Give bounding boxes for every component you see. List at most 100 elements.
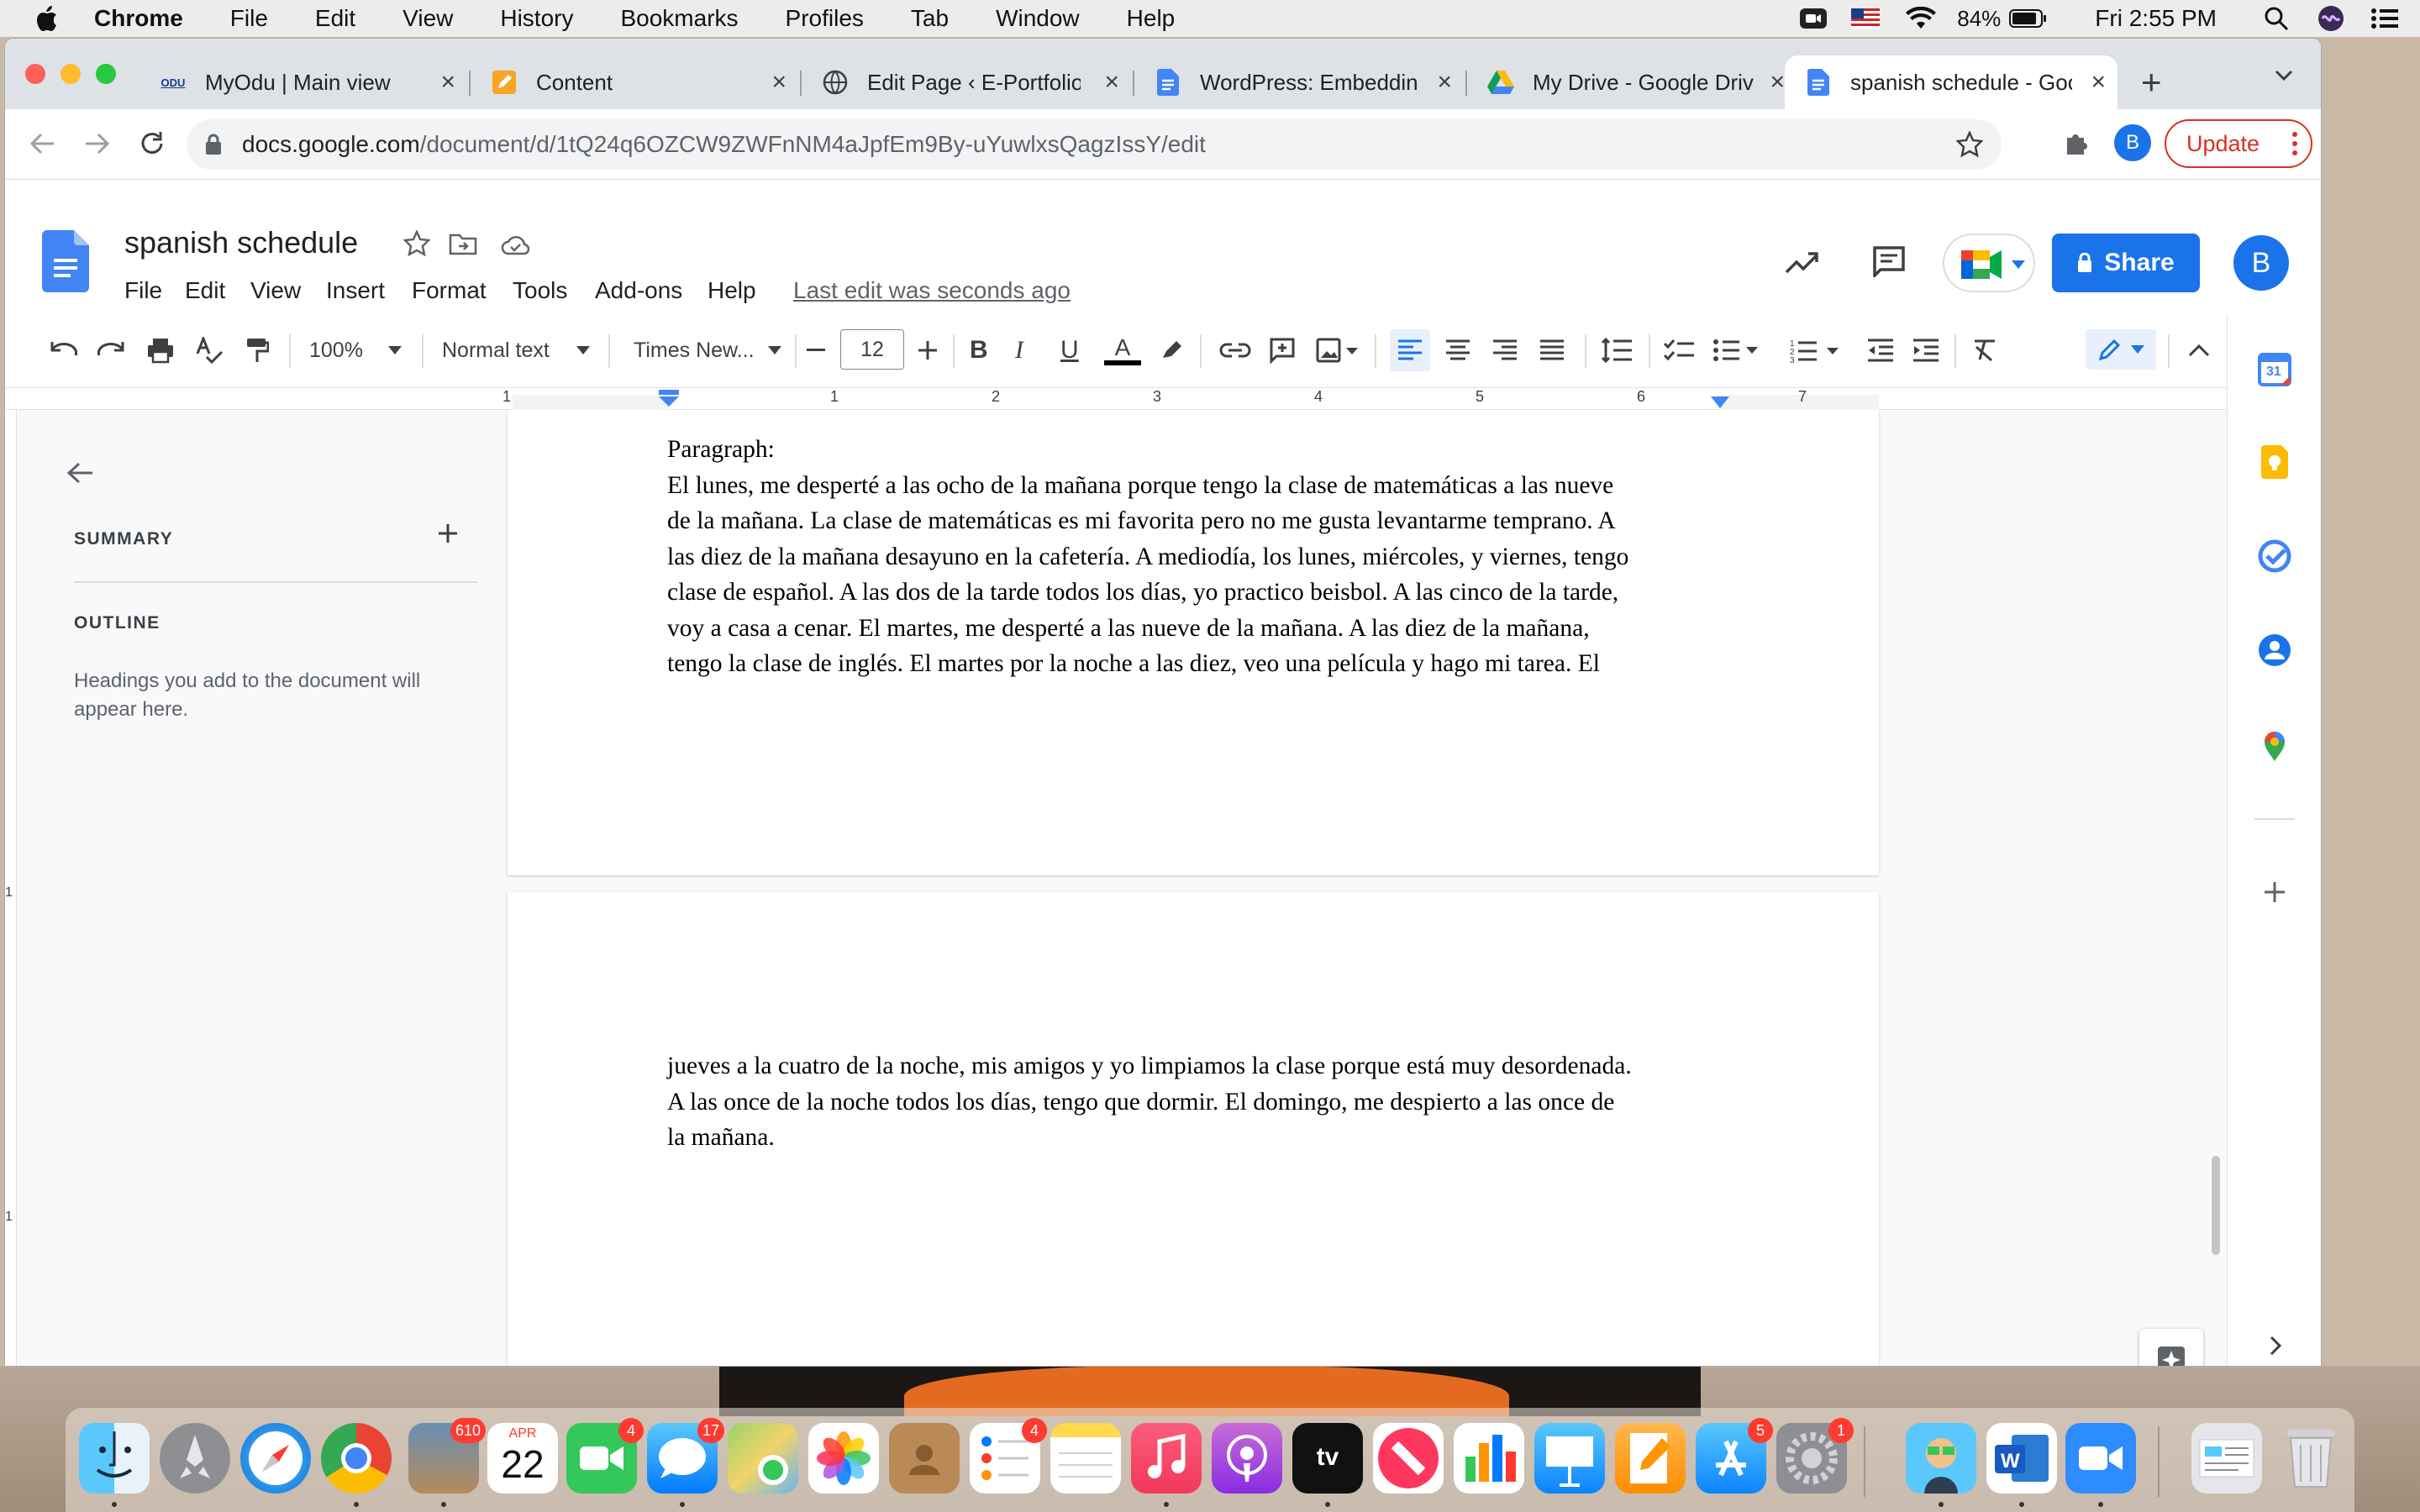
editing-mode-button[interactable] (2086, 329, 2156, 370)
photos-icon[interactable] (808, 1423, 879, 1494)
last-edit-link[interactable]: Last edit was seconds ago (793, 277, 1071, 304)
music-icon[interactable] (1131, 1423, 1202, 1494)
maps-app-icon[interactable] (728, 1423, 798, 1494)
cloud-saved-icon[interactable] (501, 234, 529, 255)
apple-menu-icon[interactable] (34, 4, 60, 33)
docs-menu-view[interactable]: View (250, 277, 301, 304)
keep-icon[interactable] (2256, 444, 2293, 480)
messages-icon[interactable]: 17 (647, 1418, 724, 1494)
decrease-indent-icon[interactable] (1867, 329, 1894, 371)
safari-icon[interactable] (240, 1423, 311, 1494)
tab-close-icon[interactable]: × (1104, 68, 1119, 97)
insert-link-icon[interactable] (1218, 329, 1252, 371)
meet-button[interactable] (1943, 234, 2035, 292)
calendar-icon[interactable]: 31 (2256, 351, 2293, 388)
paragraph-style-select[interactable]: Normal text (442, 329, 590, 371)
close-outline-arrow-icon[interactable] (66, 460, 94, 486)
trash-icon[interactable] (2275, 1423, 2346, 1494)
tab-close-icon[interactable]: × (2091, 68, 2106, 97)
control-center-icon[interactable] (2370, 7, 2398, 30)
battery-percent[interactable]: 84% (1957, 6, 2001, 32)
bulleted-list-icon[interactable] (1712, 329, 1760, 371)
doc-title[interactable]: spanish schedule (124, 225, 358, 260)
launchpad-icon[interactable] (160, 1423, 230, 1494)
text-color-button[interactable]: A (1104, 329, 1141, 371)
window-close-button[interactable] (25, 64, 45, 84)
maps-pin-icon[interactable] (2256, 726, 2293, 763)
collapse-menus-chevron-icon[interactable] (2188, 329, 2210, 371)
contacts-app-icon[interactable] (889, 1423, 960, 1494)
document-page-1[interactable]: Paragraph: El lunes, me desperté a las o… (508, 410, 1879, 875)
paint-format-icon[interactable] (245, 329, 269, 371)
omnibox[interactable]: docs.google.com/document/d/1tQ24q6OZCW9Z… (187, 119, 2002, 170)
show-side-panel-chevron-icon[interactable] (2256, 1327, 2293, 1364)
undo-icon[interactable] (49, 329, 77, 371)
docs-logo-icon[interactable] (42, 230, 89, 292)
tab-spanish-schedule[interactable]: spanish schedule - Google Docs × (1785, 55, 2118, 109)
star-icon[interactable] (403, 230, 430, 257)
docs-menu-edit[interactable]: Edit (185, 277, 225, 304)
pages-icon[interactable] (1615, 1423, 1686, 1494)
system-preferences-icon[interactable]: 1 (1776, 1418, 1854, 1494)
podcasts-icon[interactable] (1212, 1423, 1282, 1494)
tasks-icon[interactable] (2256, 538, 2293, 575)
add-comment-icon[interactable] (1269, 329, 1296, 371)
bookmark-star-icon[interactable] (1956, 131, 1983, 158)
align-justify-icon[interactable] (1539, 329, 1565, 371)
print-icon[interactable] (146, 329, 175, 371)
window-zoom-button[interactable] (96, 64, 116, 84)
activity-trend-icon[interactable] (1785, 250, 1820, 274)
battery-icon[interactable] (2009, 8, 2048, 29)
menu-profiles[interactable]: Profiles (786, 5, 864, 32)
wifi-icon[interactable] (1905, 7, 1937, 30)
align-center-icon[interactable] (1445, 329, 1470, 371)
docs-menu-format[interactable]: Format (412, 277, 487, 304)
numbers-icon[interactable] (1454, 1423, 1524, 1494)
italic-button[interactable]: I (1015, 329, 1023, 371)
finder-icon[interactable] (79, 1423, 150, 1494)
menu-window[interactable]: Window (996, 5, 1080, 32)
apple-tv-icon[interactable]: tv (1292, 1423, 1363, 1494)
tab-close-icon[interactable]: × (1437, 68, 1452, 97)
mail-icon[interactable]: 610 (408, 1418, 486, 1494)
keynote-icon[interactable] (1534, 1423, 1605, 1494)
tab-close-icon[interactable]: × (1770, 68, 1785, 97)
downloads-stack-icon[interactable] (2191, 1423, 2262, 1494)
profile-avatar[interactable]: B (2114, 124, 2151, 161)
menu-edit[interactable]: Edit (315, 5, 355, 32)
tab-wordpress[interactable]: WordPress: Embedding × (1134, 55, 1464, 109)
word-icon[interactable]: W (1986, 1423, 2057, 1494)
tab-close-icon[interactable]: × (440, 68, 455, 97)
clear-formatting-icon[interactable] (1971, 329, 1998, 371)
horizontal-ruler[interactable]: 1 1 2 3 4 5 6 7 (5, 388, 2227, 410)
add-summary-plus-icon[interactable] (437, 522, 459, 544)
new-tab-plus-icon[interactable]: + (2141, 62, 2162, 102)
page2-text[interactable]: jueves a la cuatro de la noche, mis amig… (667, 1048, 1709, 1156)
tab-content[interactable]: Content × (471, 55, 798, 109)
reminders-icon[interactable]: 4 (970, 1418, 1047, 1494)
menu-help[interactable]: Help (1127, 5, 1176, 32)
docs-menu-addons[interactable]: Add-ons (595, 277, 682, 304)
lock-icon[interactable] (205, 134, 222, 155)
checklist-icon[interactable] (1664, 329, 1694, 371)
tab-edit-page[interactable]: Edit Page ‹ E-Portfolio × (802, 55, 1131, 109)
left-indent-marker-icon[interactable] (659, 390, 679, 407)
zoom-status-icon[interactable] (1799, 7, 1828, 30)
bitmoji-app-icon[interactable] (1906, 1423, 1976, 1494)
notes-icon[interactable] (1050, 1423, 1121, 1494)
calendar-app-icon[interactable]: APR 22 (487, 1423, 558, 1494)
spotlight-search-icon[interactable] (2264, 6, 2289, 31)
vertical-scrollbar-thumb[interactable] (2212, 1156, 2220, 1255)
chrome-icon[interactable] (321, 1423, 392, 1494)
document-page-2[interactable]: jueves a la cuatro de la noche, mis amig… (508, 892, 1879, 1366)
increase-indent-icon[interactable] (1912, 329, 1939, 371)
app-store-icon[interactable]: 5 (1696, 1418, 1773, 1494)
news-icon[interactable] (1373, 1423, 1444, 1494)
comment-history-icon[interactable] (1872, 245, 1906, 277)
highlight-pen-icon[interactable] (1160, 329, 1185, 371)
facetime-icon[interactable]: 4 (566, 1418, 644, 1494)
get-addons-plus-icon[interactable] (2256, 874, 2293, 911)
back-arrow-icon[interactable] (29, 131, 55, 156)
font-family-select[interactable]: Times New... (634, 329, 781, 371)
account-avatar[interactable]: B (2233, 235, 2289, 291)
